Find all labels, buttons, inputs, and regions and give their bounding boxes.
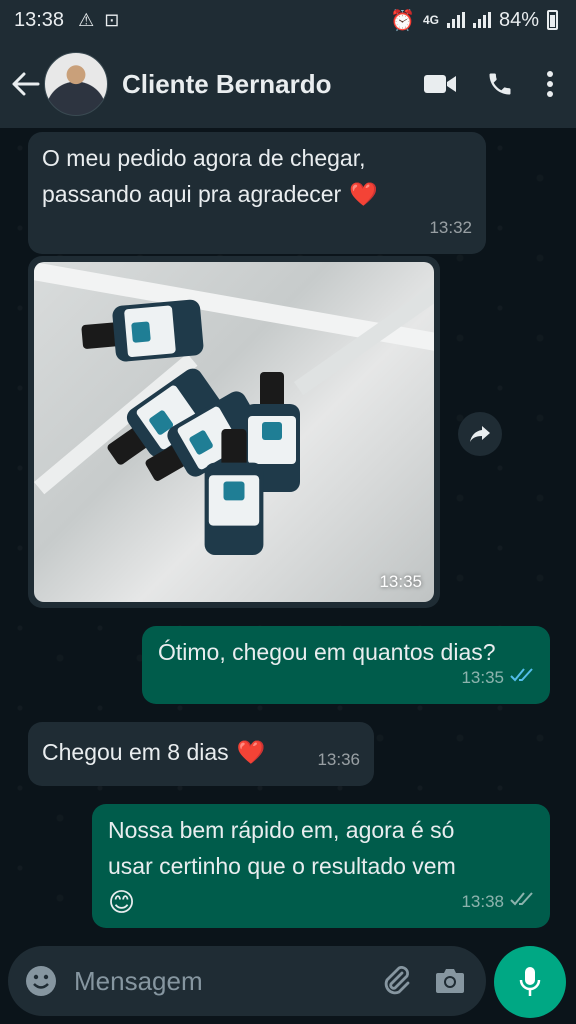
message-text-line: Nossa bem rápido em, agora é só <box>108 817 455 843</box>
message-bubble-outgoing[interactable]: Nossa bem rápido em, agora é só usar cer… <box>92 804 550 928</box>
signal-icon-2 <box>472 12 491 28</box>
chat-area[interactable]: O meu pedido agora de chegar, passando a… <box>0 128 576 944</box>
message-text: Chegou em 8 dias <box>42 739 229 765</box>
product-photo[interactable]: 13:35 <box>34 262 434 602</box>
bottle <box>80 298 205 365</box>
voicemail-icon: ⊡ <box>104 9 120 30</box>
alarm-icon: ⏰ <box>390 9 415 32</box>
more-options-icon[interactable] <box>538 62 562 106</box>
signal-icon <box>446 12 465 28</box>
message-time: 13:35 <box>461 668 504 687</box>
emoji-icon[interactable] <box>24 964 58 998</box>
phone-call-icon[interactable] <box>478 62 522 106</box>
message-time: 13:32 <box>429 218 472 237</box>
message-input[interactable]: Mensagem <box>74 966 382 997</box>
microphone-icon <box>518 966 542 998</box>
back-arrow-icon[interactable] <box>10 68 42 100</box>
message-bubble-incoming[interactable]: Chegou em 8 dias ❤️ 13:36 <box>28 722 374 786</box>
warning-icon: ⚠ <box>78 9 95 30</box>
image-message[interactable]: 13:35 <box>28 256 440 608</box>
composer: Mensagem <box>0 944 576 1024</box>
forward-icon[interactable] <box>458 412 502 456</box>
message-bubble-incoming[interactable]: O meu pedido agora de chegar, passando a… <box>28 132 486 254</box>
network-type: 4G <box>422 13 439 27</box>
message-text-line: O meu pedido agora de chegar, <box>42 145 366 171</box>
read-double-check-icon <box>510 660 536 696</box>
message-time: 13:36 <box>317 750 360 769</box>
status-time: 13:38 <box>14 8 65 31</box>
video-call-icon[interactable] <box>418 62 462 106</box>
avatar[interactable] <box>44 52 108 116</box>
camera-icon[interactable] <box>434 967 466 995</box>
bottle <box>204 429 264 555</box>
message-time: 13:35 <box>379 572 422 591</box>
heart-emoji: ❤️ <box>236 739 266 765</box>
contact-name[interactable]: Cliente Bernardo <box>122 69 418 100</box>
battery-percent: 84% <box>498 8 539 31</box>
message-bubble-outgoing[interactable]: Ótimo, chegou em quantos dias? 13:35 <box>142 626 550 704</box>
heart-emoji: ❤️ <box>349 181 378 207</box>
status-bar: 13:38 ⚠ ⊡ ⏰ 4G 84% <box>0 0 576 40</box>
attach-icon[interactable] <box>382 965 412 997</box>
message-time: 13:38 <box>461 892 504 911</box>
message-text-line: passando aqui pra agradecer <box>42 181 342 207</box>
mic-button[interactable] <box>494 946 566 1018</box>
message-input-container[interactable]: Mensagem <box>8 946 486 1016</box>
delivered-double-check-icon <box>510 884 536 920</box>
chat-header: Cliente Bernardo <box>0 40 576 128</box>
message-text-line: usar certinho que o resultado vem <box>108 853 456 879</box>
battery-icon <box>547 10 558 30</box>
